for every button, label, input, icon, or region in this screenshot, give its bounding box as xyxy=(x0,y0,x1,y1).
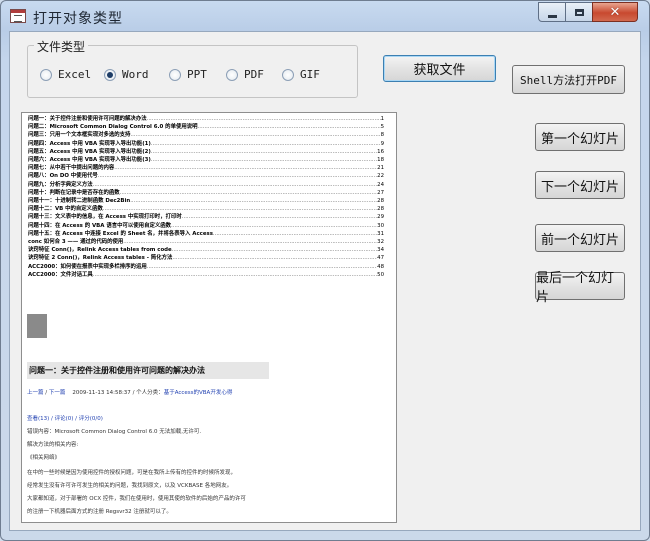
file-type-group-label: 文件类型 xyxy=(34,38,89,55)
document-viewer[interactable]: 问题一：关于控件注册和使用许可问题的解决办法..................… xyxy=(21,112,397,523)
category-link[interactable]: 基于Access的VBA开发心得 xyxy=(164,390,233,396)
radio-label-pdf: PDF xyxy=(244,68,264,81)
radio-circle-icon[interactable] xyxy=(40,68,52,81)
category-prefix: 个人分类： xyxy=(136,390,164,396)
window-title: 打开对象类型 xyxy=(33,11,123,27)
radio-gif[interactable]: GIF xyxy=(282,68,320,81)
next-slide-button[interactable]: 下一个幻灯片 xyxy=(535,171,625,199)
article-body-line: 《相关网络》 xyxy=(27,455,61,461)
radio-label-ppt: PPT xyxy=(187,68,207,81)
radio-label-word: Word xyxy=(122,68,149,81)
article-meta: 上一篇 / 下一篇 2009-11-13 14:58:37 / 个人分类：基于A… xyxy=(27,390,233,396)
maximize-icon xyxy=(574,8,584,16)
article-body-line: 大家都知道，对于部署的 OCX 控件，我们在使用时，使用其使的软件的后始的产品的… xyxy=(27,496,246,502)
radio-circle-icon[interactable] xyxy=(282,68,294,81)
toc-entry[interactable]: ACC2000：文件对话工具..........................… xyxy=(28,271,384,280)
radio-ppt[interactable]: PPT xyxy=(169,68,207,81)
shell-open-pdf-button[interactable]: Shell方法打开PDF xyxy=(512,65,625,94)
close-button[interactable]: ✕ xyxy=(592,2,638,22)
radio-selected-icon[interactable] xyxy=(104,68,116,81)
first-slide-button[interactable]: 第一个幻灯片 xyxy=(535,123,625,151)
radio-circle-icon[interactable] xyxy=(226,68,238,81)
minimize-button[interactable] xyxy=(538,2,566,22)
main-window: 打开对象类型 ✕ 文件类型 Excel Word PPT PDF GIF 获取文… xyxy=(0,0,650,541)
maximize-button[interactable] xyxy=(565,2,593,22)
prev-slide-button[interactable]: 前一个幻灯片 xyxy=(535,224,625,252)
radio-label-gif: GIF xyxy=(300,68,320,81)
article-date: 2009-11-13 14:58:37 xyxy=(72,390,131,396)
article-stats: 查看(13) / 评论(0) / 评分(0/0) xyxy=(27,416,103,422)
toc-entry-page: 50 xyxy=(377,271,384,278)
file-type-group: 文件类型 Excel Word PPT PDF GIF xyxy=(27,38,358,98)
get-file-button[interactable]: 获取文件 xyxy=(383,55,496,82)
radio-circle-icon[interactable] xyxy=(169,68,181,81)
next-article-link[interactable]: 下一篇 xyxy=(49,390,66,396)
minimize-icon xyxy=(547,14,557,18)
article-body-line: 错误内容：Microsoft Common Dialog Control 6.0… xyxy=(27,429,202,435)
radio-label-excel: Excel xyxy=(58,68,92,81)
prev-article-link[interactable]: 上一篇 xyxy=(27,390,44,396)
radio-excel[interactable]: Excel xyxy=(40,68,91,81)
form-icon xyxy=(10,9,26,23)
article-body-line: 经常发生没有许可许可发生的相关的问题，我找到原文，以及 VCKBASE 各地网友… xyxy=(27,483,233,489)
article-body-line: 解决方法的相关内容: xyxy=(27,442,79,448)
radio-word[interactable]: Word xyxy=(104,68,149,81)
article-body-line: 在中的一些时候是因为使用控件的授权问题，可是在我所上传有的控件的时候所发现， xyxy=(27,470,237,476)
title-bar[interactable]: 打开对象类型 ✕ xyxy=(1,1,649,31)
article-body-line: 的注册一下机器后面方式的注册 Regsvr32 注册就可以了。 xyxy=(27,509,172,515)
close-icon: ✕ xyxy=(609,4,621,20)
form-client-area: 文件类型 Excel Word PPT PDF GIF 获取文件 Shell方法… xyxy=(9,31,641,531)
toc-entry-title: ACC2000：文件对话工具 xyxy=(28,271,93,278)
article-title: 问题一：关于控件注册和使用许可问题的解决办法 xyxy=(27,362,269,379)
last-slide-button[interactable]: 最后一个幻灯片 xyxy=(535,271,625,305)
toc-entry-leader: ........................................… xyxy=(92,271,377,278)
embedded-image xyxy=(27,314,47,338)
radio-pdf[interactable]: PDF xyxy=(226,68,264,81)
